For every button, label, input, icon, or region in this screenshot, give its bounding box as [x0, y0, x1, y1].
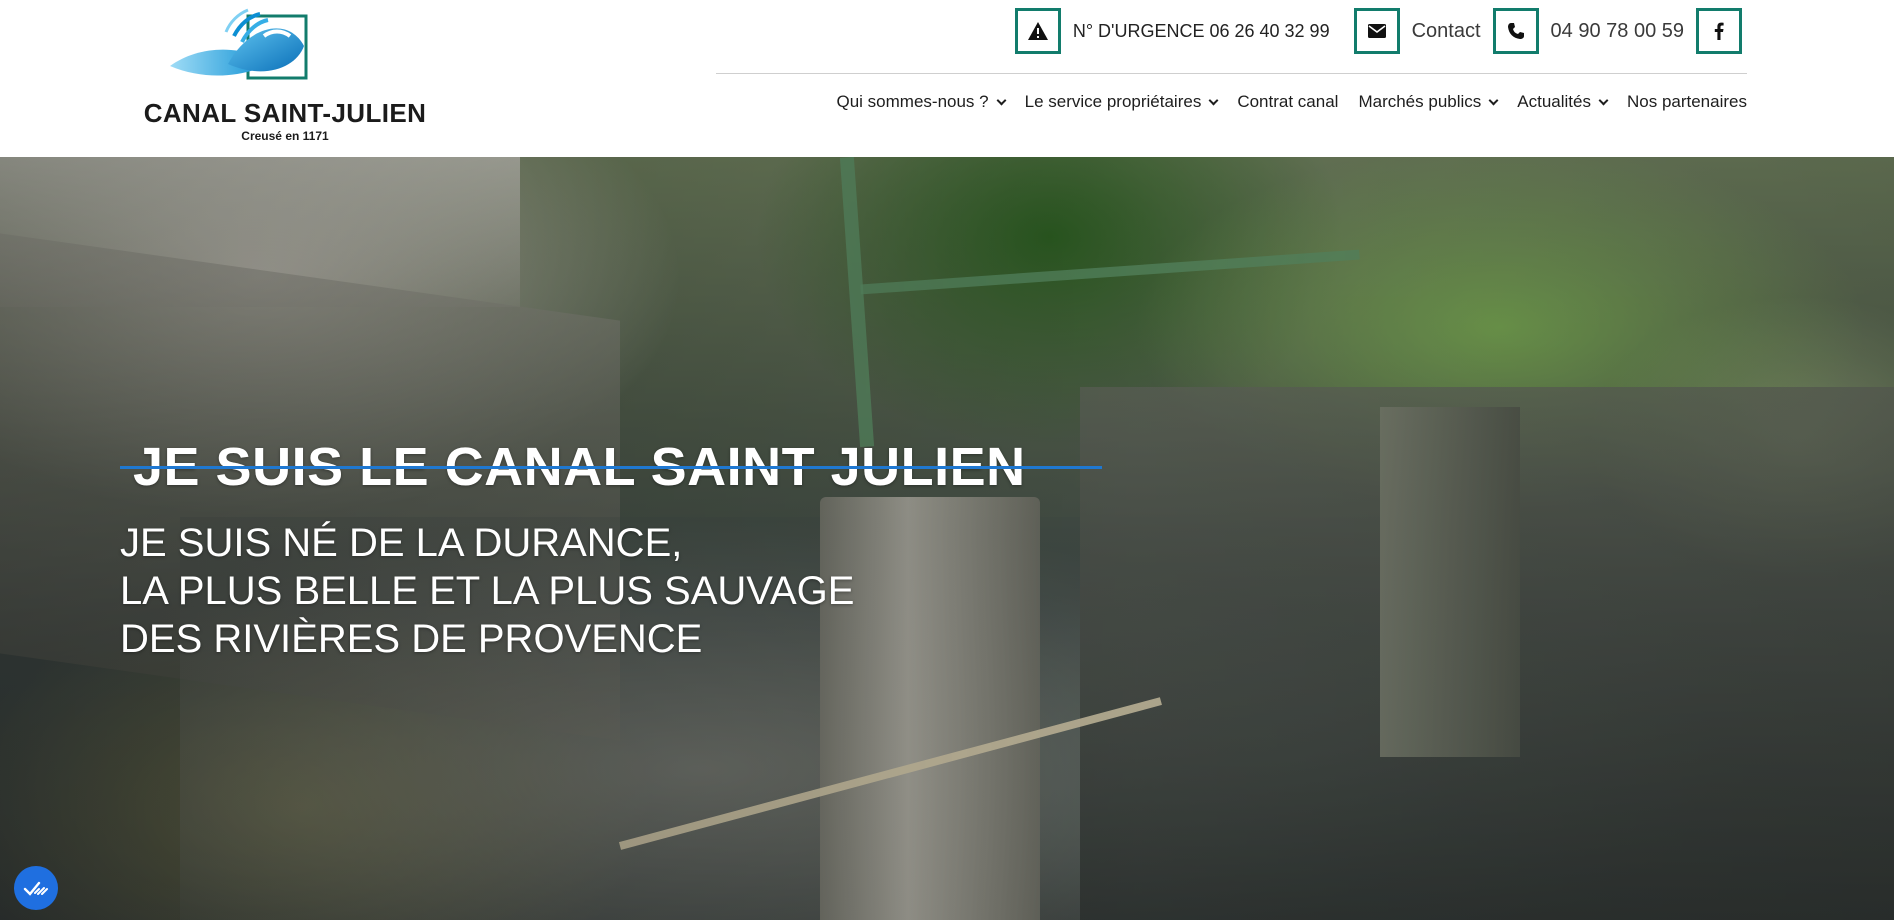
cookie-consent-icon: [23, 881, 48, 896]
phone-icon: [1507, 23, 1524, 39]
facebook-icon: [1714, 22, 1724, 40]
cookie-consent-button[interactable]: [14, 866, 58, 910]
hero-subtitle-line: LA PLUS BELLE ET LA PLUS SAUVAGE: [120, 569, 855, 613]
hero-subtitle-line: JE SUIS NÉ DE LA DURANCE,: [120, 521, 683, 565]
site-logo[interactable]: CANAL SAINT-JULIEN Creusé en 1171: [140, 6, 430, 143]
contact-link[interactable]: Contact: [1412, 20, 1481, 43]
nav-item-qui-sommes-nous[interactable]: Qui sommes-nous ?: [837, 92, 1007, 112]
chevron-down-icon: [1208, 95, 1219, 105]
hero-subtitle-line: DES RIVIÈRES DE PROVENCE: [120, 617, 703, 661]
hero-title-underline: [120, 466, 1102, 469]
warning-icon: [1027, 22, 1048, 40]
nav-item-service-proprietaires[interactable]: Le service propriétaires: [1025, 92, 1219, 112]
nav-divider: [716, 73, 1747, 74]
nav-item-contrat-canal[interactable]: Contrat canal: [1237, 92, 1338, 112]
phone-number[interactable]: 04 90 78 00 59: [1551, 20, 1684, 43]
phone-icon-button[interactable]: [1492, 8, 1539, 54]
hero-subtitle: JE SUIS NÉ DE LA DURANCE, LA PLUS BELLE …: [120, 519, 854, 663]
site-header: CANAL SAINT-JULIEN Creusé en 1171 N° D'U…: [0, 0, 1894, 157]
chevron-down-icon: [996, 95, 1007, 105]
urgence-number[interactable]: N° D'URGENCE 06 26 40 32 99: [1073, 21, 1330, 42]
nav-item-marches-publics[interactable]: Marchés publics: [1358, 92, 1499, 112]
envelope-icon: [1367, 24, 1386, 38]
nav-item-actualites[interactable]: Actualités: [1517, 92, 1609, 112]
main-nav: Qui sommes-nous ? Le service propriétair…: [837, 92, 1748, 112]
urgence-button[interactable]: [1014, 8, 1061, 54]
brand-tagline: Creusé en 1171: [241, 129, 329, 143]
facebook-button[interactable]: [1696, 8, 1742, 54]
contact-icon-button[interactable]: [1353, 8, 1400, 54]
chevron-down-icon: [1488, 95, 1499, 105]
nav-item-nos-partenaires[interactable]: Nos partenaires: [1627, 92, 1747, 112]
chevron-down-icon: [1598, 95, 1609, 105]
contact-bar: N° D'URGENCE 06 26 40 32 99 Contact 04 9…: [1014, 8, 1742, 54]
logo-mark-icon: [170, 8, 308, 80]
brand-name: CANAL SAINT-JULIEN: [143, 98, 427, 128]
